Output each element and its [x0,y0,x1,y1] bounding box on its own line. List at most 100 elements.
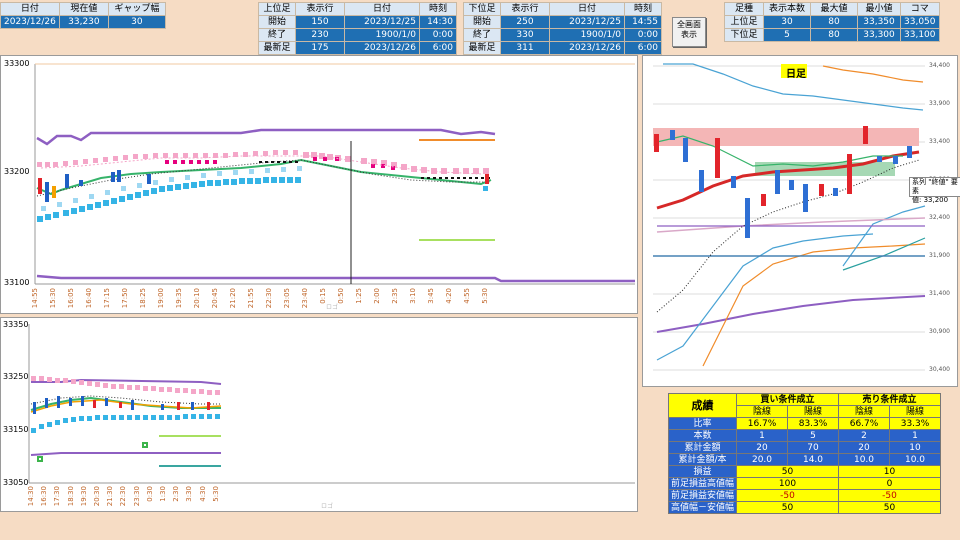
lower-row-label: 開始 [463,15,501,29]
lower-header-2: 日付 [549,2,625,16]
upper-x-tick: 15:30 [49,288,57,309]
daily-y-tick: 31,900 [929,252,950,259]
lower-row-date: 2023/12/26 [549,41,625,55]
stats-cell-buy: 50 [736,501,840,514]
upper-row-start: 開始 150 2023/12/25 14:30 [258,15,457,29]
lower-x-tick: 21:30 [106,486,115,507]
stats-cell: 20.0 [736,453,789,466]
lower-x-tick: 5:30 [211,486,220,502]
stats-cell: 1 [736,429,789,442]
lower-x-tick: 18:30 [66,486,75,507]
lower-timeframe-chart[interactable]: 33350 33250 33150 33050 14:30 16:30 17:30 1… [0,317,638,512]
lower-y-tick-0: 33350 [3,320,29,329]
lower-x-tick: 14:30 [27,486,35,507]
stats-sub-0: 陰線 [736,405,789,418]
daily-chart[interactable]: 日足 34,40033,90033,40032,90032,40031,9003… [642,55,960,387]
stats-cell-buy: 100 [736,477,840,490]
stats-sell-header: 売り条件成立 [838,393,942,406]
range-header-0: 足種 [724,2,764,16]
stats-cell: 5 [787,429,840,442]
stats-cell: 20 [736,441,789,454]
stats-row-ratio: 比率 16.7% 83.3% 66.7% 33.3% [667,417,942,430]
current-price-table: 日付 現在値 ギャップ幅 2023/12/26 33,230 30 [0,2,166,29]
upper-x-tick: 3:10 [409,288,417,304]
daily-y-tick: 33,400 [929,138,950,145]
stats-row-range: 高値幅－安値幅 50 50 [667,501,942,514]
stats-table: 成績 買い条件成立 売り条件成立 陰線 陽線 陰線 陽線 比率 16.7% 83… [667,393,942,514]
stats-sub-3: 陽線 [889,405,942,418]
stats-row-label: 前足損益安値幅 [667,489,738,502]
stats-row-label: 前足損益高値幅 [667,477,738,490]
upper-row-time: 6:00 [419,41,457,55]
upper-timeframe-chart[interactable]: 33300 33200 33100 14:55 15:30 16:05 16:40 17… [0,55,638,314]
upper-x-tick: 20:45 [211,288,219,309]
upper-x-tick: 1:25 [355,288,363,304]
fullscreen-button[interactable]: 全画面 表示 [672,17,706,47]
upper-y-tick-bottom: 33100 [4,278,30,287]
range-header-2: 最大値 [810,2,858,16]
lower-header-3: 時刻 [624,2,662,16]
tooltip-line1: 系列 "終値" 要素 [912,178,958,195]
range-row-min: 33,050 [900,15,940,29]
upper-row-time: 0:00 [419,28,457,42]
range-row-max: 33,350 [857,15,901,29]
stats-cell: 10 [889,441,942,454]
lower-x-tick: 1:30 [159,486,167,502]
range-row-count: 80 [810,15,858,29]
upper-x-tick: 2:00 [373,288,381,304]
stats-cell: 70 [787,441,840,454]
range-row-value: 30 [763,15,811,29]
lower-chart-svg [28,324,635,484]
stats-buy-header: 買い条件成立 [736,393,840,406]
range-row-value: 5 [763,28,811,42]
stats-cell: 20 [838,441,891,454]
lower-row-value: 330 [500,28,550,42]
value-gap-width: 30 [107,15,166,29]
stats-sub-2: 陰線 [838,405,891,418]
lower-x-tick: 22:30 [119,486,128,507]
upper-row-date: 2023/12/26 [344,41,420,55]
upper-row-date: 2023/12/25 [344,15,420,29]
upper-chart-svg [34,63,635,285]
upper-timeframe-table: 上位足 表示行 日付 時刻 開始 150 2023/12/25 14:30 終了… [258,2,457,55]
upper-y-tick-top: 33300 [4,59,30,68]
stats-cell: 14.0 [787,453,840,466]
stats-row-label: 高値幅－安値幅 [667,501,738,514]
upper-x-tick: 4:20 [445,288,453,304]
range-row-label: 上位足 [724,15,764,29]
upper-row-label: 最新足 [258,41,296,55]
upper-row-date: 1900/1/0 [344,28,420,42]
lower-header-0: 下位足 [463,2,501,16]
upper-x-tick: 21:20 [229,288,237,309]
stats-title: 成績 [667,393,738,418]
lower-header-1: 表示行 [500,2,550,16]
upper-header-0: 上位足 [258,2,296,16]
lower-x-tick: 4:30 [198,486,207,502]
lower-watermark: ロゴ [321,503,334,510]
upper-row-value: 175 [295,41,345,55]
lower-row-end: 終了 330 1900/1/0 0:00 [463,28,662,42]
upper-x-tick: 2:35 [391,288,399,304]
upper-row-latest: 最新足 175 2023/12/26 6:00 [258,41,457,55]
lower-row-start: 開始 250 2023/12/25 14:55 [463,15,662,29]
range-header-1: 表示本数 [763,2,811,16]
stats-cell: 1 [889,429,942,442]
upper-row-label: 開始 [258,15,296,29]
lower-row-label: 最新足 [463,41,501,55]
upper-x-tick: 16:40 [85,288,93,309]
stats-row-label: 本数 [667,429,738,442]
lower-y-tick-3: 33050 [3,478,29,487]
upper-x-tick: 23:40 [301,288,309,309]
daily-y-tick: 33,900 [929,100,950,107]
tooltip-line2: 値: 33,200 [912,196,949,204]
daily-y-tick: 34,400 [929,62,950,69]
stats-cell-sell: 0 [838,477,942,490]
daily-y-tick: 32,400 [929,214,950,221]
upper-x-tick: 20:10 [193,288,201,309]
value-date: 2023/12/26 [0,15,60,29]
lower-x-tick: 20:30 [93,486,101,507]
lower-row-date: 1900/1/0 [549,28,625,42]
lower-x-tick: 23:30 [132,486,141,507]
upper-x-axis: 14:55 15:30 16:05 16:40 17:15 17:50 18:25 19:00… [31,288,501,310]
stats-cell: 16.7% [736,417,789,430]
